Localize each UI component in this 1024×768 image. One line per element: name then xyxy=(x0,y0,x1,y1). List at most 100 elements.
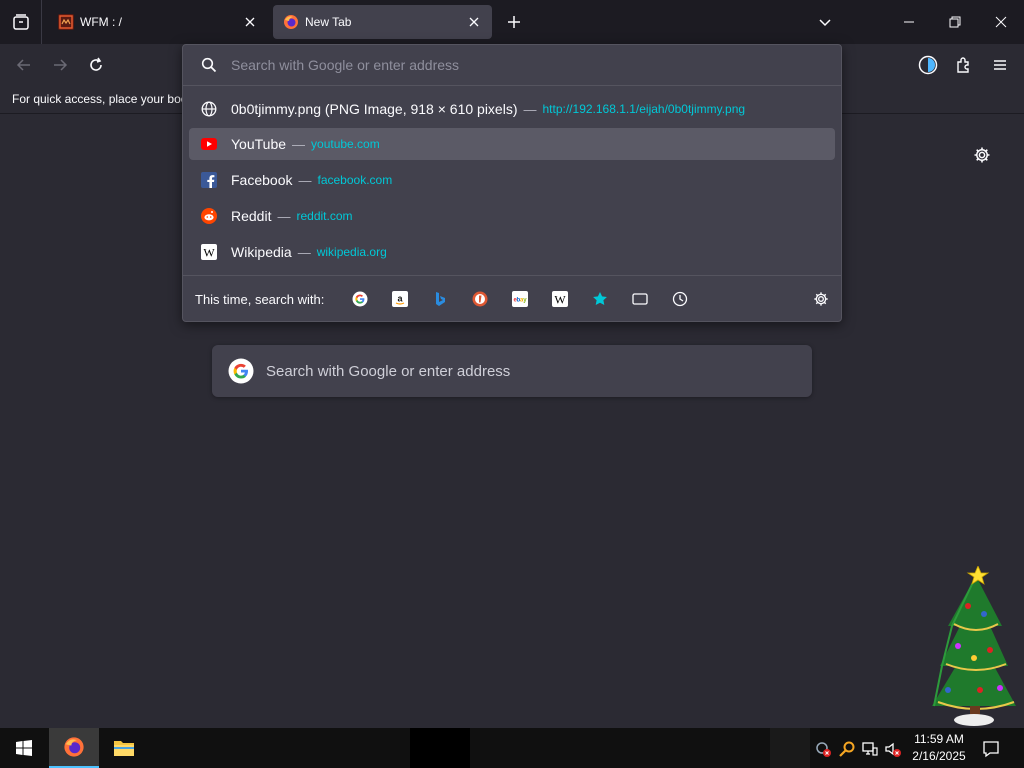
urlbar-result-facebook[interactable]: Facebook — facebook.com xyxy=(189,164,835,196)
chevron-down-icon xyxy=(819,19,831,27)
reddit-icon xyxy=(201,208,217,224)
close-tab-icon[interactable] xyxy=(466,14,482,30)
tab-new-tab[interactable]: New Tab xyxy=(273,5,492,39)
wfm-icon xyxy=(58,14,74,30)
one-off-search-bar: This time, search with: a ebay W xyxy=(183,275,841,322)
search-icon xyxy=(201,57,217,73)
url-input[interactable]: Search with Google or enter address xyxy=(183,45,841,86)
amazon-icon[interactable]: a xyxy=(392,291,409,307)
search-with-label: This time, search with: xyxy=(195,291,325,307)
search-placeholder: Search with Google or enter address xyxy=(266,362,511,380)
gear-icon xyxy=(814,292,828,306)
result-url: reddit.com xyxy=(296,209,353,223)
search-settings-button[interactable] xyxy=(812,290,830,308)
result-url: wikipedia.org xyxy=(316,245,387,259)
list-all-tabs-button[interactable] xyxy=(814,11,836,33)
puzzle-icon xyxy=(957,57,969,73)
facebook-icon xyxy=(201,172,217,188)
urlbar-dropdown: Search with Google or enter address 0b0t… xyxy=(182,44,842,322)
menu-button[interactable] xyxy=(988,53,1012,77)
close-icon xyxy=(995,16,1007,28)
google-icon[interactable] xyxy=(352,291,368,307)
urlbar-result-wikipedia[interactable]: W Wikipedia — wikipedia.org xyxy=(189,236,835,268)
reload-icon xyxy=(90,57,102,71)
urlbar-result-image[interactable]: 0b0tjimmy.png (PNG Image, 918 × 610 pixe… xyxy=(189,93,835,125)
result-title: 0b0tjimmy.png (PNG Image, 918 × 610 pixe… xyxy=(231,101,518,117)
tabs-icon[interactable] xyxy=(632,291,648,307)
wikipedia-icon: W xyxy=(201,244,217,260)
plus-icon xyxy=(508,16,520,28)
result-url: youtube.com xyxy=(311,137,380,151)
result-title: Reddit xyxy=(231,208,272,224)
wikipedia-engine-icon[interactable]: W xyxy=(552,291,569,307)
minimize-button[interactable] xyxy=(886,0,932,44)
bing-icon[interactable] xyxy=(432,291,448,307)
result-url: facebook.com xyxy=(317,173,393,187)
bookmarks-toolbar-hint: For quick access, place your bookmarks h… xyxy=(12,92,182,106)
result-title: Wikipedia xyxy=(231,244,292,260)
reload-button[interactable] xyxy=(83,52,109,78)
clock-date: 2/16/2025 xyxy=(912,749,966,763)
result-separator: — xyxy=(277,208,291,224)
taskbar-firefox[interactable] xyxy=(49,728,99,768)
url-placeholder: Search with Google or enter address xyxy=(231,57,460,73)
urlbar-result-reddit[interactable]: Reddit — reddit.com xyxy=(189,200,835,232)
firefox-icon xyxy=(64,737,84,757)
clock-time: 11:59 AM xyxy=(914,732,964,746)
taskbar-file-explorer[interactable] xyxy=(99,728,149,768)
christmas-tree-decoration xyxy=(932,566,1016,726)
arrow-right-icon xyxy=(54,59,68,71)
urlbar-result-youtube[interactable]: YouTube — youtube.com xyxy=(189,128,835,160)
history-icon[interactable] xyxy=(672,291,688,307)
search-key-icon[interactable] xyxy=(838,740,856,758)
firefox-view-button[interactable] xyxy=(0,0,42,44)
close-window-button[interactable] xyxy=(978,0,1024,44)
arrow-left-icon xyxy=(16,59,30,71)
action-center-button[interactable] xyxy=(980,738,1002,760)
result-separator: — xyxy=(297,244,311,260)
forward-button[interactable] xyxy=(47,52,73,78)
result-separator: — xyxy=(292,136,306,152)
result-separator: — xyxy=(298,172,312,188)
back-button[interactable] xyxy=(11,52,37,78)
minimize-icon xyxy=(904,21,914,23)
account-button[interactable] xyxy=(916,53,940,77)
gear-icon xyxy=(974,147,990,163)
svg-text:W: W xyxy=(203,246,215,260)
hamburger-menu-icon xyxy=(994,60,1006,70)
taskbar-clock[interactable]: 11:59 AM 2/16/2025 xyxy=(906,731,972,765)
result-title: YouTube xyxy=(231,136,287,152)
result-separator: — xyxy=(523,101,537,117)
result-title: Facebook xyxy=(231,172,293,188)
volume-muted-icon[interactable] xyxy=(884,740,902,758)
folder-icon xyxy=(114,741,134,756)
result-url: http://192.168.1.1/eijah/0b0tjimmy.png xyxy=(542,102,746,116)
bookmarks-star-icon[interactable] xyxy=(592,291,608,307)
restore-button[interactable] xyxy=(932,0,978,44)
youtube-icon xyxy=(201,136,217,152)
globe-icon xyxy=(201,101,217,117)
network-icon[interactable] xyxy=(861,740,879,758)
desktop-wallpaper-shape xyxy=(770,728,810,768)
extensions-button[interactable] xyxy=(952,53,976,77)
close-tab-icon[interactable] xyxy=(242,14,258,30)
duckduckgo-icon[interactable] xyxy=(472,291,488,307)
firefox-icon xyxy=(284,15,298,29)
tab-title: WFM : / xyxy=(80,15,122,29)
ebay-icon[interactable]: ebay xyxy=(512,291,529,307)
start-button[interactable] xyxy=(0,728,48,768)
firefox-view-icon xyxy=(12,14,29,30)
tab-title: New Tab xyxy=(305,15,352,29)
new-tab-button[interactable] xyxy=(503,11,525,33)
google-icon xyxy=(228,358,254,384)
new-tab-search-box[interactable]: Search with Google or enter address xyxy=(212,345,812,397)
tab-wfm[interactable]: WFM : / xyxy=(48,5,268,39)
restore-icon xyxy=(949,16,961,28)
personalize-new-tab-button[interactable] xyxy=(972,145,992,165)
svg-text:W: W xyxy=(555,293,567,307)
windows-logo-icon xyxy=(16,740,32,756)
firefox-account-icon xyxy=(918,55,938,75)
desktop-wallpaper-shape xyxy=(410,728,470,768)
notification-icon xyxy=(983,741,999,758)
network-error-icon[interactable] xyxy=(814,740,832,758)
